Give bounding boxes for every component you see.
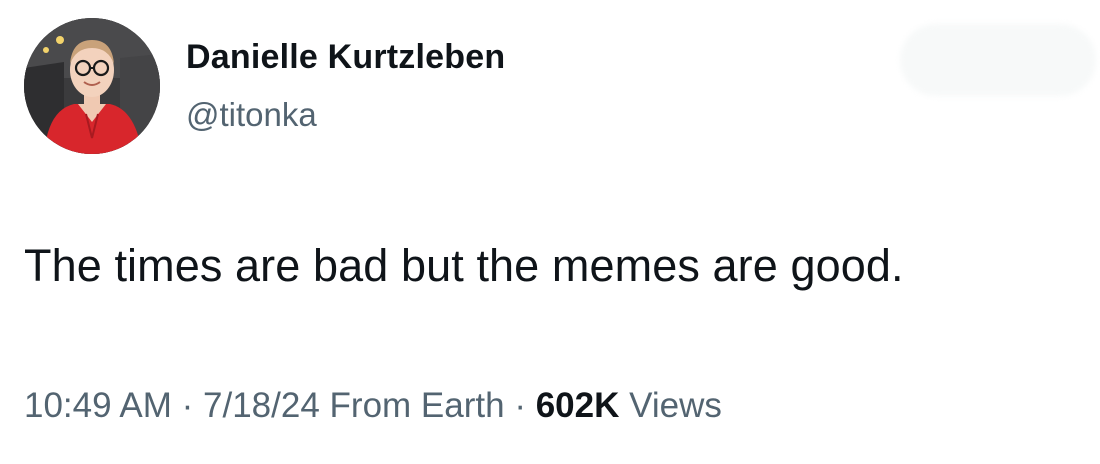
tweet-card: Danielle Kurtzleben @titonka The times a… — [0, 0, 1100, 464]
tweet-time[interactable]: 10:49 AM — [24, 386, 172, 425]
follow-button[interactable] — [900, 24, 1096, 96]
views-count[interactable]: 602K — [536, 386, 620, 425]
tweet-meta: 10:49 AM · 7/18/24 From Earth · 602K Vie… — [24, 386, 722, 426]
tweet-location: From Earth — [329, 386, 505, 425]
views-label: Views — [629, 386, 722, 425]
tweet-text: The times are bad but the memes are good… — [24, 240, 904, 291]
profile-photo-icon — [24, 18, 160, 154]
author-handle[interactable]: @titonka — [186, 96, 317, 134]
meta-separator: · — [181, 386, 194, 425]
author-display-name[interactable]: Danielle Kurtzleben — [186, 38, 505, 77]
meta-separator: · — [514, 386, 526, 425]
tweet-date[interactable]: 7/18/24 — [203, 386, 320, 425]
author-avatar[interactable] — [24, 18, 160, 154]
